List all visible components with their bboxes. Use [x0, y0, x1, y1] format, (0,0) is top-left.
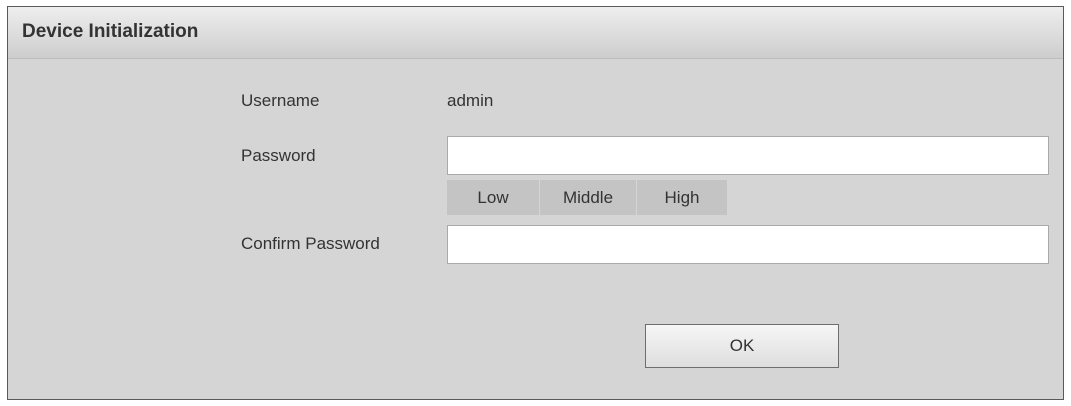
password-field[interactable] — [447, 136, 1049, 175]
device-initialization-dialog: Device Initialization Username admin Pas… — [7, 6, 1064, 400]
confirm-password-field[interactable] — [447, 225, 1049, 264]
strength-low: Low — [447, 180, 540, 215]
dialog-titlebar: Device Initialization — [8, 7, 1063, 59]
username-label: Username — [241, 91, 320, 110]
strength-high: High — [664, 188, 700, 207]
strength-middle: Middle — [540, 180, 637, 215]
password-strength-meter: Low Middle High — [447, 180, 727, 215]
username-value: admin — [447, 91, 494, 110]
confirm-password-label: Confirm Password — [241, 234, 380, 253]
password-label: Password — [241, 146, 316, 165]
ok-button[interactable]: OK — [645, 324, 839, 368]
dialog-title: Device Initialization — [22, 21, 199, 42]
